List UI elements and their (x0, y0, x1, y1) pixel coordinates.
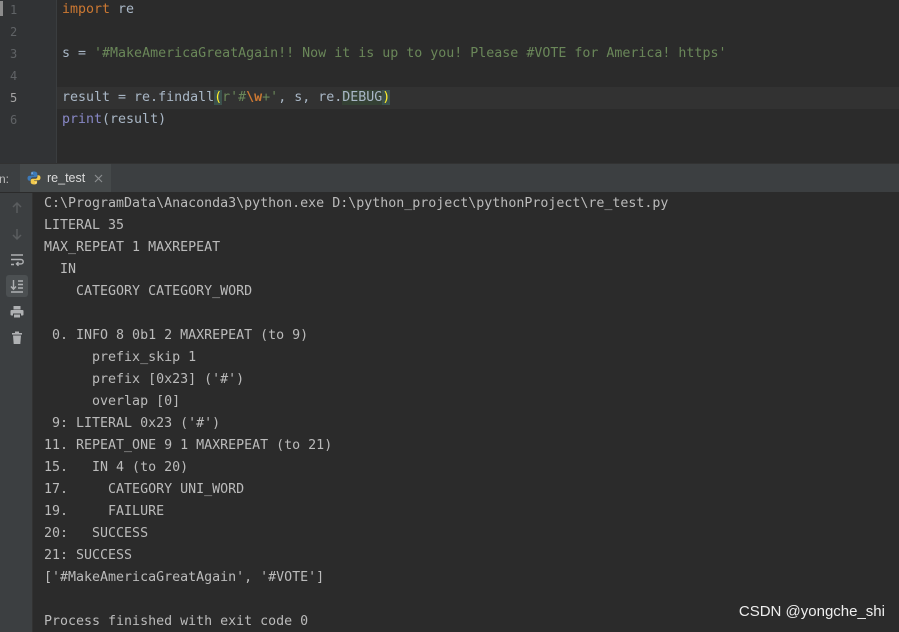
keyword-token: import (62, 2, 111, 17)
code-line-6[interactable]: 6 print(result) (0, 109, 899, 131)
clear-all-button[interactable] (6, 327, 28, 349)
console-line: 17. CATEGORY UNI_WORD (44, 482, 245, 497)
run-tool-window-header: n: re_test (0, 164, 899, 193)
line-number: 5 (10, 91, 18, 105)
previous-occurrence-button[interactable] (6, 197, 28, 219)
arrow-down-icon (12, 229, 22, 241)
console-line: ['#MakeAmericaGreatAgain', '#VOTE'] (44, 570, 325, 585)
line-number: 1 (10, 3, 18, 17)
call-token: result = re.findall (62, 90, 215, 105)
console-line: overlap [0] (44, 394, 181, 409)
console-line: 20: SUCCESS (44, 526, 149, 541)
console-line: 15. IN 4 (to 20) (44, 460, 189, 475)
regex-escape-token: \w (246, 90, 263, 105)
code-line-2[interactable]: 2 (0, 21, 899, 43)
console-line: 11. REPEAT_ONE 9 1 MAXREPEAT (to 21) (44, 438, 333, 453)
trash-icon (12, 331, 22, 344)
code-line-4[interactable]: 4 (0, 65, 899, 87)
arguments-token: , s, re. (278, 90, 343, 105)
code-text[interactable] (57, 21, 899, 43)
console-output[interactable]: C:\ProgramData\Anaconda3\python.exe D:\p… (44, 193, 894, 632)
code-text[interactable] (57, 65, 899, 87)
raw-string-start: r'# (222, 90, 247, 105)
console-line: prefix_skip 1 (44, 350, 197, 365)
console-line: 21: SUCCESS (44, 548, 133, 563)
matched-open-paren: ( (214, 90, 223, 105)
debug-flag-token: DEBUG (342, 90, 383, 105)
code-text[interactable]: print(result) (57, 109, 899, 131)
console-line: 9: LITERAL 0x23 ('#') (44, 416, 221, 431)
code-editor[interactable]: 1 import re 2 3 s = '#MakeAmericaGreatAg… (0, 0, 899, 164)
print-button[interactable] (6, 301, 28, 323)
raw-string-end: +' (262, 90, 279, 105)
tab-re-test[interactable]: re_test (20, 164, 112, 192)
soft-wrap-icon (11, 254, 24, 267)
code-line-5-current[interactable]: 5 result = re.findall(r'#\w+', s, re.DEB… (0, 87, 899, 109)
identifier-token: re (110, 2, 135, 17)
console-line: LITERAL 35 (44, 218, 125, 233)
console-line: IN (44, 262, 77, 277)
console-line: CATEGORY CATEGORY_WORD (44, 284, 253, 299)
scroll-to-end-icon (10, 280, 23, 293)
console-line: MAX_REPEAT 1 MAXREPEAT (44, 240, 221, 255)
line-number: 3 (10, 47, 18, 61)
close-icon[interactable] (94, 174, 103, 183)
run-console[interactable]: C:\ProgramData\Anaconda3\python.exe D:\p… (0, 193, 899, 632)
console-line: C:\ProgramData\Anaconda3\python.exe D:\p… (44, 196, 669, 211)
code-line-1[interactable]: 1 import re (0, 0, 899, 21)
tab-label: re_test (47, 171, 86, 185)
code-text[interactable]: result = re.findall(r'#\w+', s, re.DEBUG… (57, 87, 899, 109)
console-toolbar (0, 193, 33, 632)
code-text[interactable]: import re (57, 0, 899, 21)
builtin-token: print (62, 112, 103, 127)
line-number: 6 (10, 113, 18, 127)
scroll-to-end-button[interactable] (6, 275, 28, 297)
matched-close-paren: ) (382, 90, 391, 105)
assignment-token: s = (62, 46, 95, 61)
code-text[interactable]: s = '#MakeAmericaGreatAgain!! Now it is … (57, 43, 899, 65)
print-icon (10, 306, 24, 319)
console-line: 0. INFO 8 0b1 2 MAXREPEAT (to 9) (44, 328, 309, 343)
line-number: 4 (10, 69, 18, 83)
call-args-token: (result) (102, 112, 167, 127)
console-line: 19. FAILURE (44, 504, 165, 519)
arrow-up-icon (12, 201, 22, 213)
watermark: CSDN @yongche_shi (738, 603, 885, 620)
console-line: prefix [0x23] ('#') (44, 372, 245, 387)
python-icon (27, 171, 41, 185)
next-occurrence-button[interactable] (6, 223, 28, 245)
editor-lines: 1 import re 2 3 s = '#MakeAmericaGreatAg… (0, 0, 899, 131)
code-line-3[interactable]: 3 s = '#MakeAmericaGreatAgain!! Now it i… (0, 43, 899, 65)
line-number: 2 (10, 25, 18, 39)
string-literal: '#MakeAmericaGreatAgain!! Now it is up t… (94, 46, 727, 61)
run-window-title: n: (0, 172, 10, 186)
soft-wrap-button[interactable] (6, 249, 28, 271)
